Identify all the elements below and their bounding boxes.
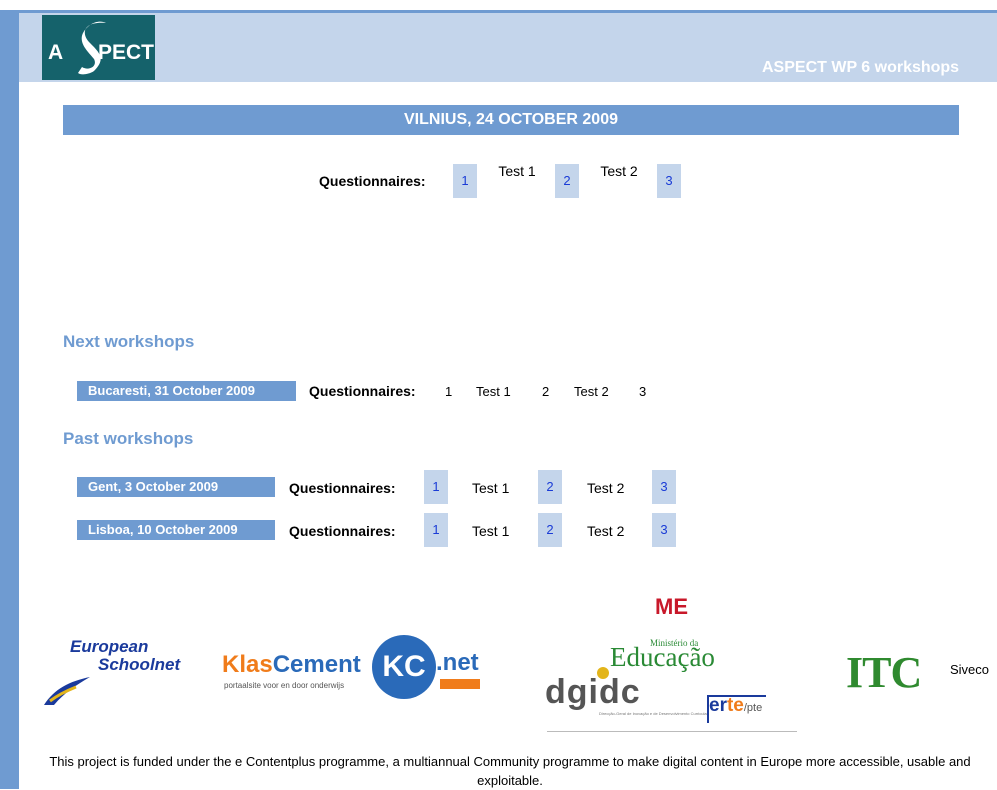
gent-questionnaire-2-link[interactable]: 2 bbox=[538, 470, 562, 504]
klascement-circle-icon: KC bbox=[372, 635, 436, 699]
workshop-label-gent: Gent, 3 October 2009 bbox=[77, 477, 275, 497]
klascement-logo[interactable]: KlasCement portaalsite voor en door onde… bbox=[222, 633, 490, 703]
european-schoolnet-logo[interactable]: European Schoolnet bbox=[42, 637, 182, 705]
ministerio-mark-icon: ME bbox=[655, 594, 688, 619]
current-questionnaire-3-link[interactable]: 3 bbox=[657, 164, 681, 198]
siveco-logo-text[interactable]: Siveco bbox=[950, 662, 989, 677]
lisboa-questionnaire-3-link[interactable]: 3 bbox=[652, 513, 676, 547]
bucaresti-questionnaire-3: 3 bbox=[639, 384, 647, 399]
bucaresti-test-2: Test 2 bbox=[574, 384, 609, 399]
klascement-net-text: .net bbox=[436, 649, 479, 676]
current-questionnaire-1-link[interactable]: 1 bbox=[453, 164, 477, 198]
itc-wordmark: ITC bbox=[846, 648, 922, 697]
lisboa-test-1-label: Test 1 bbox=[472, 523, 510, 539]
dgidc-logo[interactable]: dgidc Direcção-Geral de Inovação e de De… bbox=[545, 667, 805, 743]
ministerio-educacao-text: Educação bbox=[610, 642, 715, 672]
current-questionnaires-label: Questionnaires: bbox=[319, 173, 426, 189]
aspect-logo[interactable]: A PECT bbox=[42, 15, 155, 80]
next-workshops-heading: Next workshops bbox=[63, 332, 195, 351]
klascement-badge bbox=[440, 679, 480, 689]
current-event-title: VILNIUS, 24 OCTOBER 2009 bbox=[63, 105, 959, 135]
gent-questionnaire-1-link[interactable]: 1 bbox=[424, 470, 448, 504]
eun-swoosh-icon bbox=[44, 677, 90, 705]
dgidc-divider bbox=[547, 731, 797, 732]
lisboa-test-2-label: Test 2 bbox=[587, 523, 625, 539]
klascement-tagline: portaalsite voor en door onderwijs bbox=[224, 681, 345, 690]
lisboa-questionnaires-label: Questionnaires: bbox=[289, 523, 396, 539]
bucaresti-questionnaire-2: 2 bbox=[542, 384, 550, 399]
gent-questionnaire-3-link[interactable]: 3 bbox=[652, 470, 676, 504]
eun-text-line-1: European bbox=[70, 637, 149, 656]
lisboa-questionnaire-1-link[interactable]: 1 bbox=[424, 513, 448, 547]
funding-note: This project is funded under the e Conte… bbox=[49, 754, 971, 788]
workshop-label-lisboa: Lisboa, 10 October 2009 bbox=[77, 520, 275, 540]
eun-text-line-2: Schoolnet bbox=[98, 655, 181, 674]
klascement-wordmark: KlasCement bbox=[222, 651, 361, 678]
lisboa-questionnaire-2-link[interactable]: 2 bbox=[538, 513, 562, 547]
erte-pte-logo[interactable]: erte/pte bbox=[709, 695, 762, 717]
logo-text-pect: PECT bbox=[98, 41, 155, 64]
current-test-1-label: Test 1 bbox=[498, 163, 536, 179]
workshop-label-bucaresti: Bucaresti, 31 October 2009 bbox=[77, 381, 296, 401]
dgidc-wordmark: dgidc bbox=[545, 673, 641, 711]
itc-logo[interactable]: ITC bbox=[846, 647, 922, 698]
gent-questionnaires-label: Questionnaires: bbox=[289, 480, 396, 496]
gent-test-1-label: Test 1 bbox=[472, 480, 510, 496]
dgidc-fine-print: Direcção-Geral de Inovação e de Desenvol… bbox=[599, 711, 708, 716]
current-questionnaire-2-link[interactable]: 2 bbox=[555, 164, 579, 198]
logo-text-a: A bbox=[48, 41, 64, 64]
bucaresti-questionnaire-1: 1 bbox=[445, 384, 453, 399]
bucaresti-questionnaires-label: Questionnaires: bbox=[309, 383, 416, 399]
site-title: ASPECT WP 6 workshops bbox=[762, 59, 960, 76]
past-workshops-heading: Past workshops bbox=[63, 429, 194, 448]
ministerio-educacao-logo[interactable]: ME Ministério da Educação bbox=[610, 590, 735, 675]
gent-test-2-label: Test 2 bbox=[587, 480, 625, 496]
bucaresti-test-1: Test 1 bbox=[476, 384, 511, 399]
sponsor-logos: European Schoolnet KlasCement portaalsit… bbox=[0, 585, 997, 745]
current-test-2-label: Test 2 bbox=[600, 163, 638, 179]
